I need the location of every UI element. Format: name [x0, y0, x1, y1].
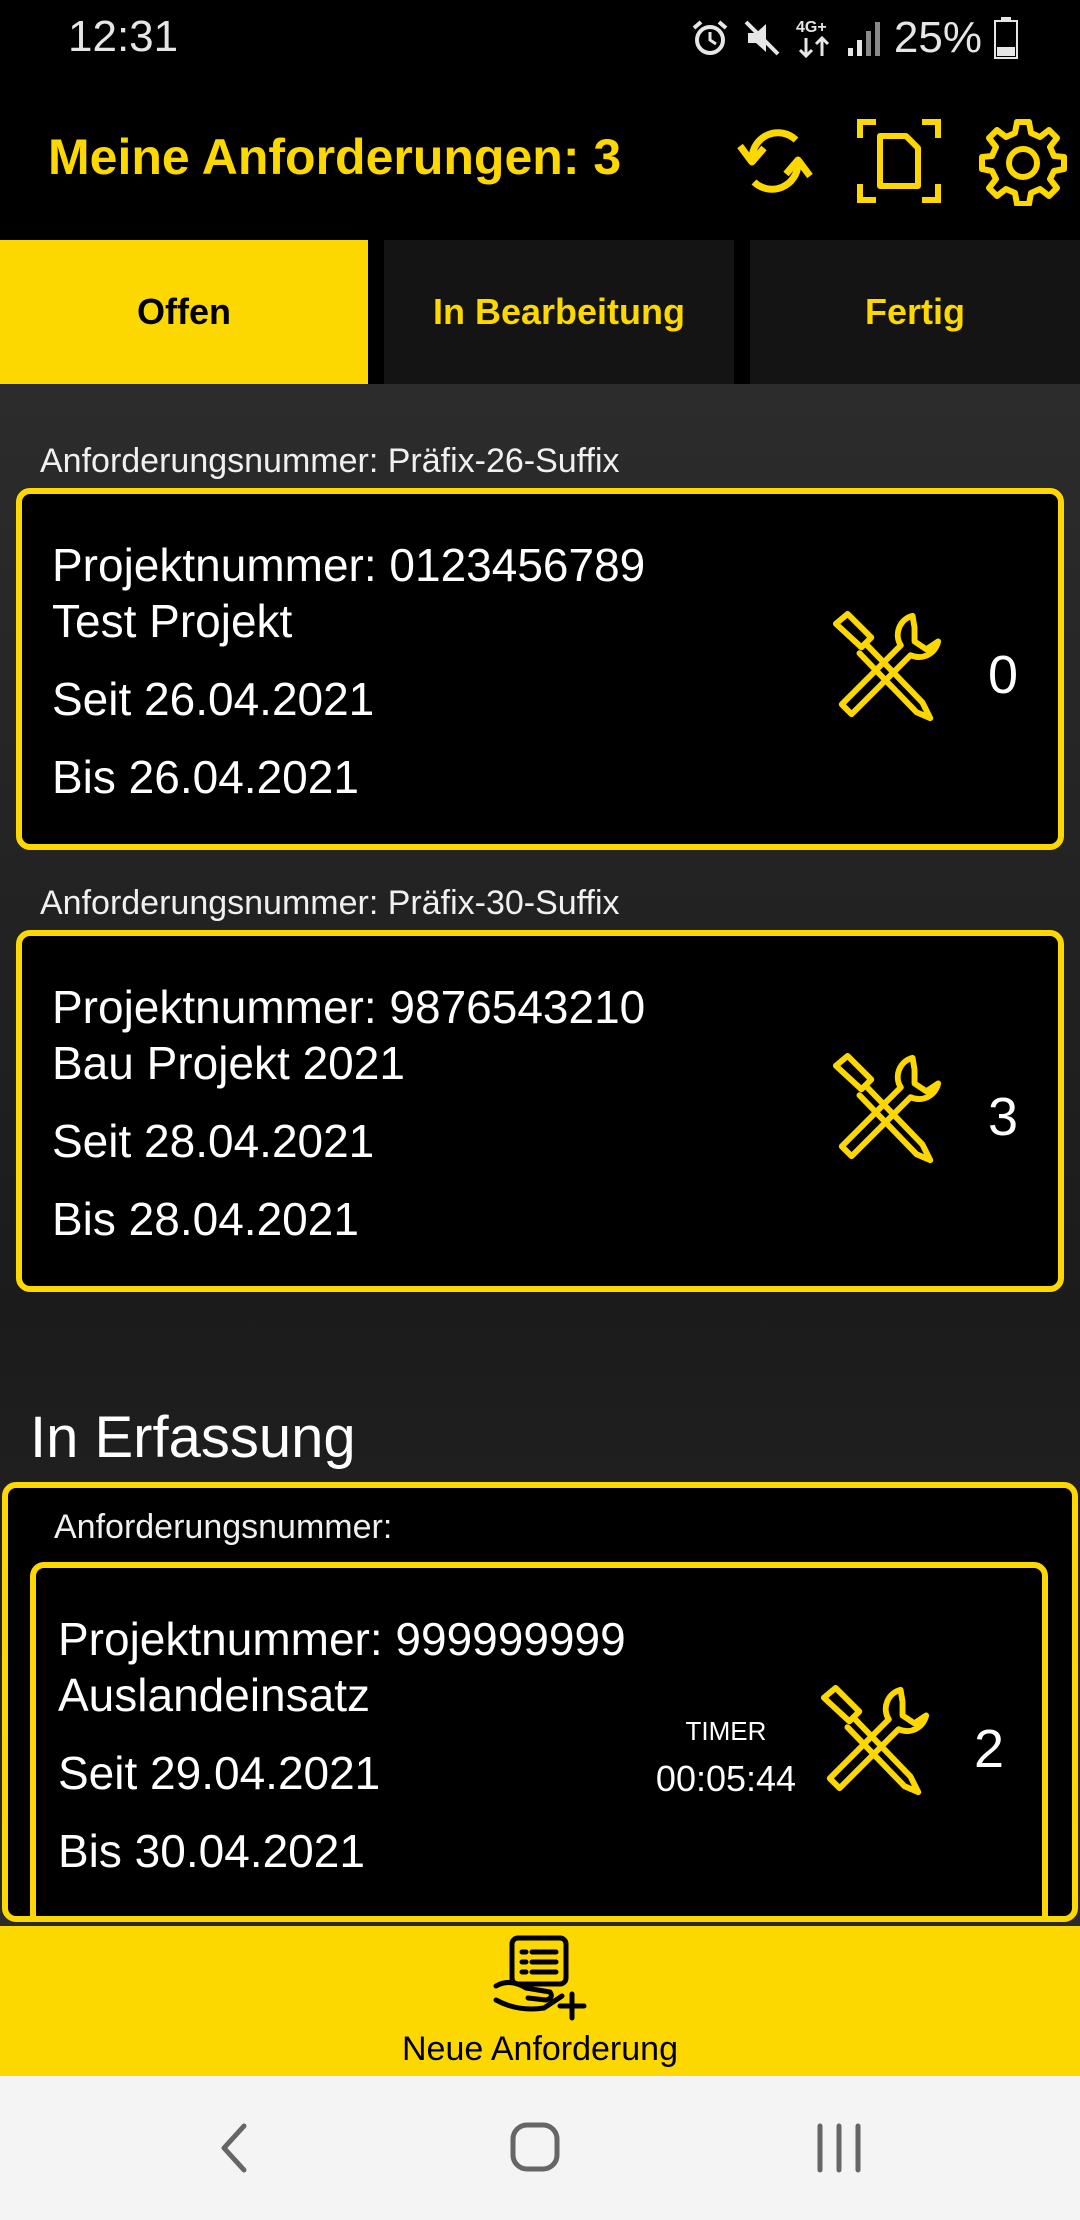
project-number: Projektnummer: 999999999	[58, 1613, 626, 1665]
gear-icon[interactable]	[978, 116, 1068, 206]
signal-icon	[847, 22, 880, 56]
timer-value: 00:05:44	[655, 1758, 797, 1799]
project-name: Auslandeinsatz	[58, 1669, 370, 1721]
timer-label: TIMER	[685, 1716, 767, 1746]
project-number: Projektnummer: 0123456789	[52, 539, 646, 591]
battery-icon	[994, 17, 1018, 59]
request-card[interactable]: Projektnummer: 9876543210 Bau Projekt 20…	[16, 930, 1064, 1292]
request-card[interactable]: Projektnummer: 0123456789 Test Projekt S…	[16, 488, 1064, 850]
request-number-label: Anforderungsnummer: Präfix-30-Suffix	[40, 884, 620, 922]
page-title: Meine Anforderungen: 3	[48, 129, 622, 185]
project-name: Test Projekt	[52, 595, 293, 647]
tools-icon[interactable]	[828, 608, 946, 726]
item-count: 0	[988, 645, 1019, 705]
tools-icon[interactable]	[816, 1682, 934, 1800]
section-title: In Erfassung	[30, 1405, 356, 1470]
project-name: Bau Projekt 2021	[52, 1037, 405, 1089]
battery-percent: 25%	[893, 13, 982, 62]
tab-bar: Offen In Bearbeitung Fertig	[0, 240, 1080, 384]
until-date: Bis 26.04.2021	[52, 751, 359, 803]
item-count: 2	[974, 1719, 1005, 1779]
until-date: Bis 28.04.2021	[52, 1193, 359, 1245]
tab-fertig[interactable]: Fertig	[750, 240, 1080, 384]
draft-request-container: Anforderungsnummer: Projektnummer: 99999…	[2, 1482, 1078, 1922]
svg-text:4G+: 4G+	[796, 19, 827, 36]
tools-icon[interactable]	[828, 1050, 946, 1168]
network-4g-icon: 4G+	[796, 19, 829, 59]
app-bar: Meine Anforderungen: 3	[0, 76, 1080, 240]
mute-icon	[744, 20, 780, 56]
new-request-label: Neue Anforderung	[402, 2030, 678, 2068]
status-time: 12:31	[68, 12, 179, 61]
new-request-button[interactable]: Neue Anforderung	[0, 1926, 1080, 2076]
item-count: 3	[988, 1087, 1019, 1147]
project-number: Projektnummer: 9876543210	[52, 981, 646, 1033]
tab-offen[interactable]: Offen	[0, 240, 368, 384]
new-request-icon	[493, 1935, 587, 2021]
since-date: Seit 29.04.2021	[58, 1747, 381, 1799]
system-navigation-bar	[0, 2076, 1080, 2220]
since-date: Seit 26.04.2021	[52, 673, 375, 725]
document-scan-icon[interactable]	[854, 116, 944, 206]
refresh-icon[interactable]	[730, 116, 820, 206]
request-number-label: Anforderungsnummer: Präfix-26-Suffix	[40, 442, 620, 480]
home-icon[interactable]	[500, 2118, 570, 2178]
status-bar: 12:31 4G+ 25%	[0, 0, 1080, 76]
request-number-label: Anforderungsnummer:	[54, 1508, 393, 1546]
alarm-icon	[692, 20, 728, 55]
request-list: Anforderungsnummer: Präfix-26-Suffix Pro…	[0, 384, 1080, 1926]
tab-in-bearbeitung[interactable]: In Bearbeitung	[384, 240, 734, 384]
draft-request-card[interactable]: Projektnummer: 999999999 Auslandeinsatz …	[30, 1562, 1048, 1916]
recent-apps-icon[interactable]	[804, 2118, 874, 2178]
since-date: Seit 28.04.2021	[52, 1115, 375, 1167]
back-icon[interactable]	[200, 2118, 270, 2178]
until-date: Bis 30.04.2021	[58, 1825, 365, 1877]
status-icons: 4G+ 25%	[690, 10, 1018, 66]
